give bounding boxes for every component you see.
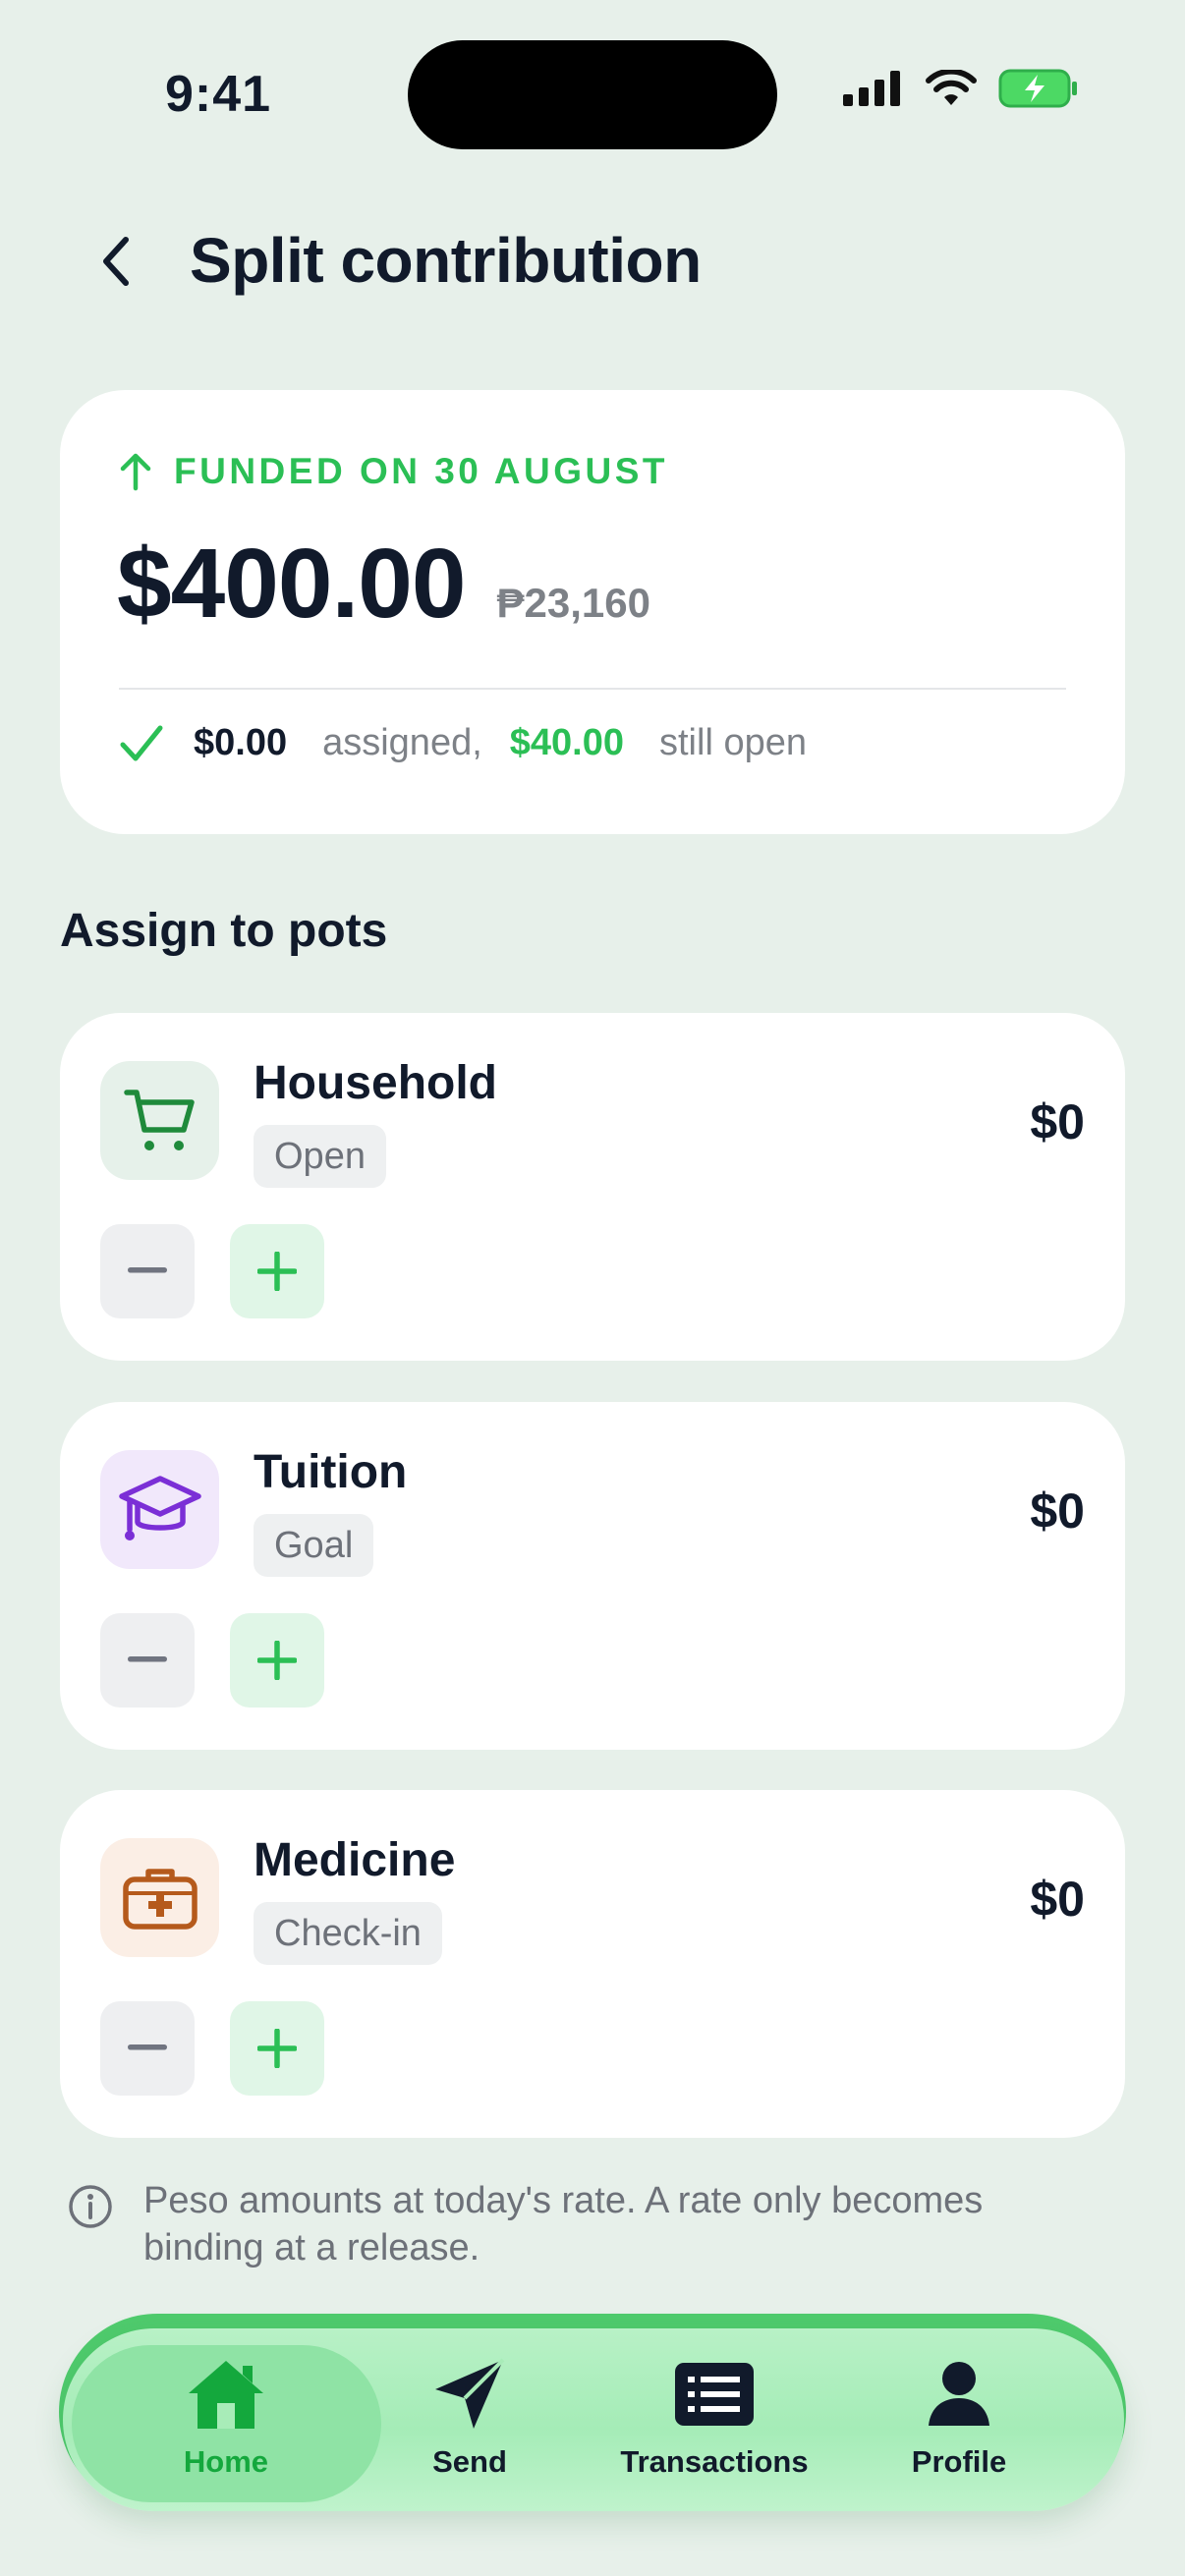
contribution-summary-card: FUNDED ON 30 AUGUST $400.00 ₱23,160 $0.0… xyxy=(60,390,1125,834)
pot-name: Household xyxy=(254,1057,497,1109)
tab-label: Home xyxy=(183,2444,269,2479)
tab-label: Transactions xyxy=(620,2444,809,2479)
funded-date-label: FUNDED ON 30 AUGUST xyxy=(174,451,669,491)
decrease-button[interactable] xyxy=(100,1613,195,1708)
section-title: Assign to pots xyxy=(60,905,388,957)
plus-icon xyxy=(257,1252,297,1291)
amount-usd: $400.00 xyxy=(117,529,466,639)
tab-send[interactable]: Send xyxy=(347,2358,592,2480)
pot-icon-container xyxy=(100,1838,219,1957)
plus-icon xyxy=(257,2029,297,2068)
chevron-left-icon xyxy=(103,237,129,286)
plus-icon xyxy=(257,1641,297,1680)
amount-php: ₱23,160 xyxy=(496,580,650,626)
pot-card-household: Household Open $0 xyxy=(60,1013,1125,1361)
pot-badge: Goal xyxy=(254,1514,374,1577)
medical-kit-icon xyxy=(122,1868,198,1930)
assigned-text: assigned, xyxy=(322,722,482,763)
shopping-cart-icon xyxy=(123,1089,195,1150)
page-title: Split contribution xyxy=(190,225,702,296)
open-value: $40.00 xyxy=(509,722,624,763)
pot-icon-container xyxy=(100,1061,219,1180)
pot-icon-container xyxy=(100,1450,219,1569)
tab-transactions[interactable]: Transactions xyxy=(592,2358,837,2480)
transactions-icon xyxy=(674,2358,755,2431)
send-icon xyxy=(432,2358,507,2431)
back-button[interactable] xyxy=(86,226,145,297)
decrease-button[interactable] xyxy=(100,2001,195,2096)
checkmark-icon xyxy=(119,724,164,763)
funded-row: FUNDED ON 30 AUGUST xyxy=(119,451,668,492)
arrow-up-icon xyxy=(120,453,151,491)
battery-charging-icon xyxy=(998,69,1079,113)
status-icons xyxy=(843,68,1079,113)
open-text: still open xyxy=(659,722,807,763)
minus-icon xyxy=(128,2044,167,2050)
decrease-button[interactable] xyxy=(100,1224,195,1318)
pot-card-medicine: Medicine Check-in $0 xyxy=(60,1790,1125,2138)
home-icon xyxy=(186,2358,266,2431)
status-time: 9:41 xyxy=(165,66,272,123)
assignment-status: $0.00 assigned, $40.00 still open xyxy=(119,722,807,764)
tab-label: Send xyxy=(432,2444,507,2479)
pot-name: Tuition xyxy=(254,1446,408,1498)
pot-badge: Check-in xyxy=(254,1902,442,1965)
dynamic-island xyxy=(408,40,777,149)
pot-amount: $0 xyxy=(1030,1484,1085,1539)
wifi-icon xyxy=(926,68,977,112)
pot-amount: $0 xyxy=(1030,1872,1085,1927)
pot-badge: Open xyxy=(254,1125,386,1188)
tab-profile[interactable]: Profile xyxy=(836,2358,1082,2480)
tab-label: Profile xyxy=(911,2444,1007,2479)
increase-button[interactable] xyxy=(230,1613,324,1708)
tab-home[interactable]: Home xyxy=(103,2358,349,2480)
increase-button[interactable] xyxy=(230,1224,324,1318)
pot-card-tuition: Tuition Goal $0 xyxy=(60,1402,1125,1750)
pot-amount: $0 xyxy=(1030,1094,1085,1149)
pot-name: Medicine xyxy=(254,1834,456,1886)
info-icon xyxy=(67,2183,114,2235)
increase-button[interactable] xyxy=(230,2001,324,2096)
profile-icon xyxy=(927,2358,991,2431)
minus-icon xyxy=(128,1656,167,1662)
rate-info-note: Peso amounts at today's rate. A rate onl… xyxy=(143,2180,984,2268)
signal-icon xyxy=(843,71,904,111)
minus-icon xyxy=(128,1267,167,1273)
graduation-cap-icon xyxy=(118,1475,201,1540)
bottom-tab-bar: Home Send Transactions Profile xyxy=(63,2328,1124,2511)
amount-row: $400.00 ₱23,160 xyxy=(117,528,650,641)
assigned-value: $0.00 xyxy=(194,722,288,763)
divider xyxy=(119,688,1066,690)
